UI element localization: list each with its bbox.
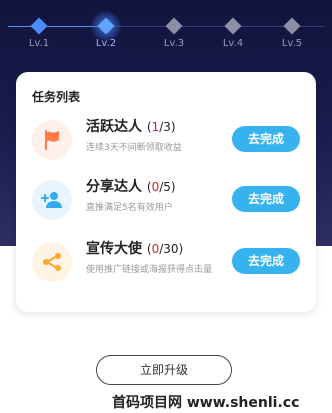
level-label: Lv.5: [281, 38, 303, 49]
complete-task-button[interactable]: 去完成: [232, 186, 300, 212]
task-name-text: 宣传大使: [86, 241, 142, 257]
task-name-text: 活跃达人: [86, 119, 142, 135]
task-item-promote: 宣传大使 (0/30) 使用推广链接或海报获得点击量 去完成: [16, 238, 316, 298]
task-name: 宣传大使 (0/30): [86, 238, 183, 258]
share-icon: [32, 242, 72, 282]
add-user-icon: [32, 180, 72, 220]
progress-total: 30: [163, 242, 179, 256]
task-description: 使用推广链接或海报获得点击量: [86, 265, 213, 275]
level-label: Lv.4: [222, 38, 244, 49]
upgrade-now-button[interactable]: 立即升级: [96, 355, 232, 385]
task-name-text: 分享达人: [86, 179, 142, 195]
task-list-title: 任务列表: [32, 90, 81, 104]
progress-close: ): [170, 180, 176, 194]
task-progress: (1/3): [147, 120, 176, 134]
level-label: Lv.3: [163, 38, 185, 49]
level-label: Lv.1: [28, 38, 50, 49]
task-progress: (0/5): [147, 180, 176, 194]
progress-close: ): [170, 120, 176, 134]
task-progress: (0/30): [147, 242, 183, 256]
watermark-text: 首码项目网 www.shenli.cc: [112, 395, 300, 411]
progress-total: 5: [163, 180, 171, 194]
task-item-share: 分享达人 (0/5) 直推满足5名有效用户 去完成: [16, 176, 316, 236]
complete-task-button[interactable]: 去完成: [232, 248, 300, 274]
flag-icon-svg: [45, 130, 59, 150]
task-name: 活跃达人 (1/3): [86, 116, 176, 136]
task-name: 分享达人 (0/5): [86, 176, 176, 196]
task-description: 连续3天不间断领取收益: [86, 143, 182, 153]
complete-task-button[interactable]: 去完成: [232, 126, 300, 152]
share-icon-svg: [43, 253, 61, 271]
add-user-icon-svg: [41, 192, 62, 208]
progress-total: 3: [163, 120, 171, 134]
page: Lv.1 Lv.2 Lv.3 Lv.4 Lv.5 任务列表 活跃达人 (1/3)…: [0, 0, 332, 413]
progress-close: ): [178, 242, 184, 256]
task-list-card: 任务列表 活跃达人 (1/3) 连续3天不间断领取收益 去完成 分享达人 (0/…: [16, 72, 316, 312]
task-item-active: 活跃达人 (1/3) 连续3天不间断领取收益 去完成: [16, 116, 316, 176]
task-description: 直推满足5名有效用户: [86, 203, 173, 213]
flag-icon: [32, 120, 72, 160]
level-label: Lv.2: [95, 38, 117, 49]
